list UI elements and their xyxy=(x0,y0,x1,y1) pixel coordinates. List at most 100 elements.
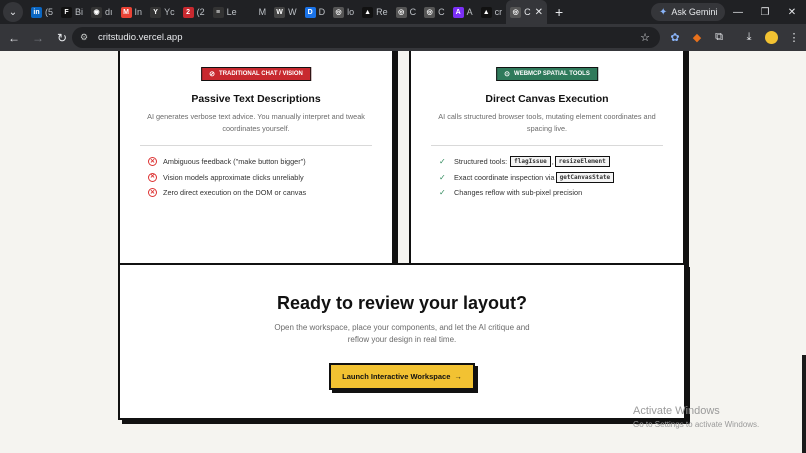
close-window-icon[interactable]: ✕ xyxy=(779,0,805,24)
tab-label: M xyxy=(258,7,267,17)
blank-icon xyxy=(244,6,256,18)
extension-fox-icon[interactable]: ◆ xyxy=(688,28,706,46)
extension-gear-icon[interactable]: ✿ xyxy=(666,28,684,46)
x-circle-icon: ✕ xyxy=(148,157,157,167)
code-flag-issue: flagIssue xyxy=(510,156,551,168)
webmcp-card-title: Direct Canvas Execution xyxy=(485,93,609,105)
tab-label: (2 xyxy=(196,7,205,17)
separator: , xyxy=(551,157,554,167)
site-info-icon[interactable]: ⚙ xyxy=(80,32,92,43)
check-icon: ✓ xyxy=(439,172,446,182)
tab-label: Bi xyxy=(75,7,84,17)
list-item-text: Exact coordinate inspection via xyxy=(454,172,555,182)
browser-tab[interactable]: ◉ dı xyxy=(87,0,117,24)
x-circle-icon: ✕ xyxy=(148,172,157,182)
watermark-subtitle: Go to Settings to activate Windows. xyxy=(633,420,760,429)
browser-tab[interactable]: ▲ cr xyxy=(477,0,507,24)
browser-tab[interactable]: 2 (2 xyxy=(179,0,209,24)
ask-gemini-label: Ask Gemini xyxy=(671,7,718,17)
browser-tab[interactable]: Y Yc xyxy=(146,0,179,24)
launch-workspace-label: Launch Interactive Workspace xyxy=(342,372,451,381)
tab-label: A xyxy=(466,7,473,17)
traditional-card-desc: AI generates verbose text advice. You ma… xyxy=(147,112,365,133)
browser-tab[interactable]: ◎ lo xyxy=(329,0,358,24)
tab-label: C xyxy=(438,7,445,17)
check-icon: ✓ xyxy=(439,188,446,198)
browser-tab[interactable]: F Bi xyxy=(57,0,87,24)
address-bar[interactable]: ⚙ critstudio.vercel.app ☆ xyxy=(72,27,660,48)
browser-tab[interactable]: AA xyxy=(449,0,477,24)
x-circle-icon: ✕ xyxy=(148,188,157,198)
new-tab-icon[interactable]: + xyxy=(555,4,563,20)
list-item: ✕ Vision models approximate clicks unreli… xyxy=(148,170,382,186)
tab-label: W xyxy=(288,7,297,17)
extensions-puzzle-icon[interactable]: ⧉ xyxy=(710,28,728,46)
back-icon[interactable]: ← xyxy=(4,28,24,48)
tab-label: Yc xyxy=(164,7,175,17)
tab-label: D xyxy=(318,7,326,17)
tab-search-icon[interactable]: ⌄ xyxy=(3,2,23,22)
tab-label: In xyxy=(134,7,143,17)
tab-close-icon[interactable]: ✕ xyxy=(535,7,543,18)
bookmark-star-icon[interactable]: ☆ xyxy=(640,31,650,44)
traditional-drawbacks-list: ✕ Ambiguous feedback ("make button bigger… xyxy=(148,154,382,201)
code-get-canvas-state: getCanvasState xyxy=(555,171,615,183)
watermark-title: Activate Windows xyxy=(633,405,720,417)
cta-subtitle: Open the workspace, place your component… xyxy=(274,323,530,344)
browser-tab[interactable]: in (5 xyxy=(27,0,57,24)
d-icon: D xyxy=(304,6,316,18)
tab-label: C xyxy=(409,7,417,17)
browser-tab[interactable]: DD xyxy=(301,0,330,24)
profile-avatar-icon[interactable] xyxy=(762,28,780,46)
browser-toolbar: ← → ↻ ⚙ critstudio.vercel.app ☆ ✿ ◆ ⧉ ⤓ … xyxy=(0,24,806,51)
target-icon: ⊙ xyxy=(504,71,511,78)
tab-label: (5 xyxy=(45,7,54,17)
tab-list: in (5 F Bi ◉ dı M In Y Yc 2 (2 ≡ Le M W W D D ◎ lo ▲ Re ◎ C ◎ C A A ▲… xyxy=(27,0,563,24)
list-item-text: Zero direct execution on the DOM or canv… xyxy=(163,188,307,198)
download-icon[interactable]: ⤓ xyxy=(740,28,758,46)
list-item: ✓ Changes reflow with sub-pixel precisio… xyxy=(439,185,673,201)
browser-tab[interactable]: WW xyxy=(270,0,301,24)
notification-icon: 2 xyxy=(182,6,194,18)
browser-tabstrip: ⌄ in (5 F Bi ◉ dı M In Y Yc 2 (2 ≡ Le M W W D D ◎ lo ▲ Re ◎ C ◎ C A… xyxy=(0,0,806,24)
tab-label: cr xyxy=(494,7,503,17)
webmcp-benefits-list: ✓ Structured tools: flagIssue, resizeElem… xyxy=(439,154,673,201)
active-browser-tab[interactable]: ◎ C ✕ xyxy=(506,0,548,24)
menu-kebab-icon[interactable]: ⋮ xyxy=(785,28,803,46)
tab-label: Le xyxy=(226,7,237,17)
minimize-icon[interactable]: — xyxy=(725,0,751,24)
divider xyxy=(140,145,372,146)
cta-panel: Ready to review your layout? Open the wo… xyxy=(118,263,686,420)
list-item: ✓ Structured tools: flagIssue, resizeElem… xyxy=(439,154,673,170)
blocked-icon: ⊘ xyxy=(209,71,216,78)
url-text: critstudio.vercel.app xyxy=(98,32,183,43)
browser-tab[interactable]: ◎ C xyxy=(392,0,421,24)
browser-tab[interactable]: M xyxy=(241,0,271,24)
ask-gemini-button[interactable]: ✦ Ask Gemini xyxy=(651,3,726,21)
browser-tab[interactable]: ≡ Le xyxy=(209,0,241,24)
webmcp-card-desc: AI calls structured browser tools, mutat… xyxy=(438,112,656,133)
doc-icon: ≡ xyxy=(212,6,224,18)
f-icon: F xyxy=(61,6,73,18)
list-item: ✓ Exact coordinate inspection via getCanv… xyxy=(439,170,673,186)
browser-tab[interactable]: M In xyxy=(117,0,147,24)
traditional-card-title: Passive Text Descriptions xyxy=(191,93,321,105)
activate-windows-watermark: Activate Windows Go to Settings to activ… xyxy=(633,405,759,429)
forward-icon[interactable]: → xyxy=(28,28,48,48)
list-item-text: Changes reflow with sub-pixel precision xyxy=(454,188,583,198)
browser-tab[interactable]: ◎ C xyxy=(420,0,449,24)
triangle-icon: ▲ xyxy=(362,6,374,18)
triangle-icon: ▲ xyxy=(480,6,492,18)
browser-tab[interactable]: ▲ Re xyxy=(358,0,392,24)
launch-workspace-button[interactable]: Launch Interactive Workspace → xyxy=(329,363,475,390)
code-resize-element: resizeElement xyxy=(554,156,610,168)
list-item-text: Structured tools: xyxy=(454,157,508,167)
scrollbar[interactable] xyxy=(802,355,806,453)
globe-icon: ◎ xyxy=(395,6,407,18)
github-icon: ◉ xyxy=(91,6,103,18)
reload-icon[interactable]: ↻ xyxy=(52,28,72,48)
gmail-icon: M xyxy=(120,6,132,18)
restore-icon[interactable]: ❐ xyxy=(752,0,778,24)
arrow-right-icon: → xyxy=(454,372,462,381)
linkedin-icon: in xyxy=(31,6,42,18)
